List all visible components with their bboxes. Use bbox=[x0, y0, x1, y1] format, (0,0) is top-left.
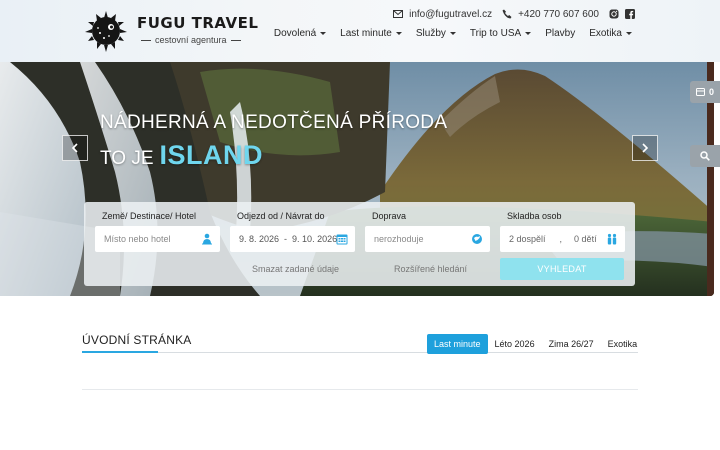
hero-headline: NÁDHERNÁ A NEDOTČENÁ PŘÍRODA bbox=[100, 112, 448, 133]
nav-item-dovolena[interactable]: Dovolená bbox=[273, 28, 327, 39]
tab-leto-2026[interactable]: Léto 2026 bbox=[488, 334, 542, 354]
contact-bar: info@fugutravel.cz +420 770 607 600 bbox=[393, 8, 635, 20]
chevron-down-icon bbox=[395, 31, 402, 35]
cart-count: 0 bbox=[708, 87, 714, 97]
side-search-button[interactable] bbox=[690, 145, 720, 167]
destination-input[interactable]: Místo nebo hotel bbox=[95, 226, 220, 252]
instagram-icon[interactable] bbox=[609, 9, 619, 19]
nav-item-label: Trip to USA bbox=[469, 28, 522, 39]
hero-subheadline: TO JE ISLAND bbox=[100, 140, 263, 171]
people-select[interactable]: 2 dospělí , 0 dětí bbox=[500, 226, 625, 252]
people-separator: , bbox=[559, 234, 563, 244]
logo-tagline: cestovní agentura bbox=[137, 35, 245, 45]
clear-form-link[interactable]: Smazat zadané údaje bbox=[252, 264, 339, 274]
tab-last-minute[interactable]: Last minute bbox=[427, 334, 488, 354]
hero-slider: NÁDHERNÁ A NEDOTČENÁ PŘÍRODA TO JE ISLAND… bbox=[0, 62, 714, 296]
offer-tabs: Last minute Léto 2026 Zima 26/27 Exotika bbox=[427, 334, 644, 354]
search-button[interactable]: VYHLEDAT bbox=[500, 258, 624, 280]
nav-item-plavby[interactable]: Plavby bbox=[545, 28, 575, 39]
site-logo[interactable]: FUGU TRAVEL cestovní agentura bbox=[82, 8, 258, 54]
adults-count: 2 dospělí bbox=[509, 234, 546, 244]
date-range-input[interactable]: 9. 8. 2026 - 9. 10. 2026 bbox=[230, 226, 355, 252]
people-label: Skladba osob bbox=[507, 211, 562, 221]
chevron-down-icon bbox=[626, 31, 632, 35]
date-from: 9. 8. 2026 bbox=[239, 234, 280, 244]
logo-name: FUGU TRAVEL bbox=[137, 14, 259, 32]
page: FUGU TRAVEL cestovní agentura info@fugut… bbox=[0, 0, 720, 450]
advanced-search-link[interactable]: Rozšířené hledání bbox=[394, 264, 467, 274]
main-nav: Dovolená Last minute Služby Trip to USA … bbox=[274, 28, 632, 39]
globe-plane-icon bbox=[472, 234, 482, 244]
family-icon bbox=[607, 233, 617, 245]
page-title: ÚVODNÍ STRÁNKA bbox=[82, 333, 192, 347]
calendar-icon bbox=[336, 234, 348, 245]
tab-zima-26-27[interactable]: Zima 26/27 bbox=[542, 334, 601, 354]
dates-label: Odjezd od / Návrat do bbox=[237, 211, 325, 221]
nav-item-exotika[interactable]: Exotika bbox=[589, 28, 632, 39]
nav-item-label: Last minute bbox=[340, 28, 392, 39]
chevron-down-icon bbox=[320, 31, 327, 35]
phone-icon bbox=[502, 9, 512, 19]
person-location-icon bbox=[202, 233, 212, 245]
phone-number[interactable]: +420 770 607 600 bbox=[518, 9, 599, 20]
pufferfish-logo-icon bbox=[85, 11, 127, 52]
nav-item-sluzby[interactable]: Služby bbox=[416, 28, 456, 39]
slider-next-button[interactable] bbox=[632, 135, 658, 161]
destination-label: Země/ Destinace/ Hotel bbox=[102, 211, 197, 221]
nav-item-label: Dovolená bbox=[273, 28, 317, 39]
facebook-icon[interactable] bbox=[625, 9, 635, 19]
nav-item-trip-to-usa[interactable]: Trip to USA bbox=[469, 28, 532, 39]
chevron-right-icon bbox=[642, 143, 649, 153]
chevron-down-icon bbox=[525, 31, 532, 35]
date-separator: - bbox=[284, 234, 288, 244]
chevron-left-icon bbox=[71, 143, 78, 153]
cart-button[interactable]: 0 bbox=[690, 81, 720, 103]
transport-label: Doprava bbox=[372, 211, 407, 221]
tab-exotika[interactable]: Exotika bbox=[601, 334, 645, 354]
date-to: 9. 10. 2026 bbox=[292, 234, 338, 244]
content-divider bbox=[82, 389, 638, 390]
destination-placeholder: Místo nebo hotel bbox=[104, 234, 171, 244]
nav-item-label: Exotika bbox=[589, 28, 622, 39]
transport-value: nerozhoduje bbox=[374, 234, 424, 244]
nav-item-last-minute[interactable]: Last minute bbox=[340, 28, 402, 39]
envelope-icon bbox=[393, 9, 404, 19]
transport-select[interactable]: nerozhoduje bbox=[365, 226, 490, 252]
nav-item-label: Služby bbox=[415, 28, 446, 39]
children-count: 0 dětí bbox=[574, 234, 597, 244]
site-header: FUGU TRAVEL cestovní agentura info@fugut… bbox=[0, 0, 720, 62]
email-link[interactable]: info@fugutravel.cz bbox=[409, 9, 492, 20]
hero-subheadline-prefix: TO JE bbox=[100, 148, 154, 169]
nav-item-label: Plavby bbox=[545, 28, 576, 39]
slider-prev-button[interactable] bbox=[62, 135, 88, 161]
chevron-down-icon bbox=[449, 31, 456, 35]
title-accent-bar bbox=[82, 351, 158, 353]
search-panel: Země/ Destinace/ Hotel Místo nebo hotel … bbox=[84, 202, 635, 286]
search-icon bbox=[700, 151, 710, 161]
cart-icon bbox=[695, 88, 705, 96]
hero-destination: ISLAND bbox=[159, 140, 263, 170]
